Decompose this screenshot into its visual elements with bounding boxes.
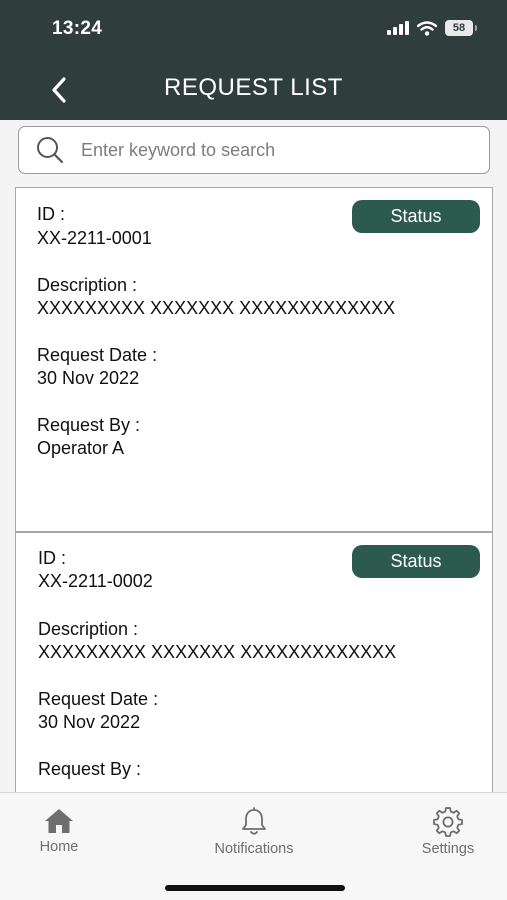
request-date: 30 Nov 2022 [38, 712, 141, 732]
tab-settings-label: Settings [421, 841, 475, 857]
request-description: XXXXXXXXX XXXXXXX XXXXXXXXXXXXX [37, 298, 396, 318]
search-icon [37, 137, 64, 164]
battery-icon: 58 [445, 20, 477, 36]
tab-notifications-label: Notifications [214, 841, 294, 857]
request-date-label: Request Date : [38, 689, 159, 709]
id-label: ID : [37, 204, 66, 224]
tab-home[interactable]: Home [0, 807, 124, 855]
request-id: XX-2211-0002 [38, 571, 153, 591]
request-list[interactable]: ID : XX-2211-0001 Status Description : X… [0, 120, 507, 792]
search-bar[interactable] [18, 126, 490, 174]
home-indicator [165, 885, 345, 891]
description-label: Description : [37, 275, 138, 295]
home-icon [45, 809, 73, 833]
request-by: Operator A [37, 438, 125, 458]
tab-home-label: Home [39, 839, 79, 855]
gear-icon [433, 807, 463, 837]
request-date: 30 Nov 2022 [37, 368, 140, 388]
description-label: Description : [38, 619, 139, 639]
search-input[interactable] [81, 139, 441, 161]
id-label: ID : [38, 548, 67, 568]
bell-icon [242, 807, 266, 835]
status-badge[interactable]: Status [352, 545, 480, 578]
battery-level: 58 [452, 22, 466, 34]
page-title: REQUEST LIST [164, 74, 343, 101]
status-bar-icons: 58 [387, 20, 477, 36]
request-by-label: Request By : [37, 415, 141, 435]
app-header: 13:24 58 REQUEST LIST [0, 0, 507, 120]
request-by-label: Request By : [38, 759, 142, 779]
signal-icon [387, 21, 409, 35]
request-date-label: Request Date : [37, 345, 158, 365]
tab-notifications[interactable]: Notifications [189, 807, 319, 857]
status-bar-time: 13:24 [52, 18, 103, 39]
status-badge[interactable]: Status [352, 200, 480, 233]
request-id: XX-2211-0001 [37, 228, 152, 248]
request-card[interactable]: ID : XX-2211-0002 Status Description : X… [15, 532, 493, 792]
wifi-icon [417, 20, 437, 36]
request-card[interactable]: ID : XX-2211-0001 Status Description : X… [15, 187, 493, 532]
tab-settings[interactable]: Settings [383, 807, 507, 857]
bottom-tab-bar: Home Notifications Settings [0, 792, 507, 900]
request-description: XXXXXXXXX XXXXXXX XXXXXXXXXXXXX [38, 642, 397, 662]
